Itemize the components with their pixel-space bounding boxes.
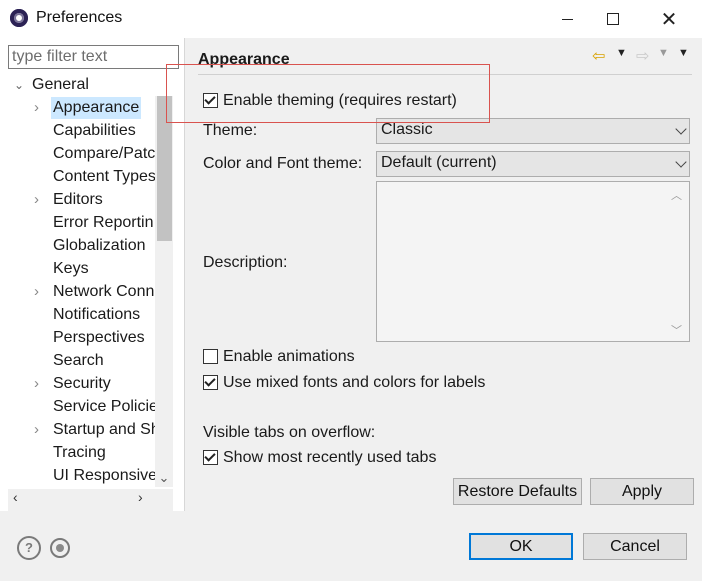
tree-item-label: Service Policie <box>53 398 155 415</box>
enable-animations-label[interactable]: Enable animations <box>223 348 355 366</box>
collapsed-arrow-icon[interactable]: › <box>34 373 39 395</box>
tree-item-label: Perspectives <box>53 329 145 346</box>
filter-input[interactable] <box>8 45 179 69</box>
minimize-button[interactable] <box>544 0 590 38</box>
tree-item-label: Network Conn <box>53 283 155 300</box>
enable-animations-checkbox[interactable] <box>203 349 218 364</box>
forward-arrow-icon[interactable]: ⇨ <box>636 46 649 66</box>
close-icon: ✕ <box>660 8 678 31</box>
tree-item-label: UI Responsive <box>53 467 155 484</box>
tree-item[interactable]: Compare/Patc <box>8 143 155 165</box>
mixed-fonts-checkbox[interactable] <box>203 375 218 390</box>
eclipse-app-icon <box>10 9 28 27</box>
chevron-down-icon <box>675 156 687 168</box>
scroll-right-icon[interactable]: › <box>138 489 143 505</box>
tree-item[interactable]: Content Types <box>8 166 155 188</box>
chevron-down-icon <box>675 123 687 135</box>
record-macro-icon[interactable] <box>50 538 70 558</box>
tree-item-label: Notifications <box>53 306 141 323</box>
tree-item-general[interactable]: ⌄ General <box>8 74 155 96</box>
tree-item[interactable]: Keys <box>8 258 155 280</box>
color-font-theme-select[interactable]: Default (current) <box>376 151 690 177</box>
description-label: Description: <box>203 254 288 271</box>
scroll-up-icon[interactable]: ︿ <box>671 187 682 203</box>
forward-menu-dropdown-icon[interactable]: ▼ <box>658 47 669 59</box>
help-icon[interactable]: ? <box>17 536 41 560</box>
theme-label: Theme: <box>203 122 258 139</box>
view-menu-icon[interactable]: ▼ <box>678 47 689 59</box>
visible-tabs-label: Visible tabs on overflow: <box>203 424 376 441</box>
tree-item[interactable]: Error Reportin <box>8 212 155 234</box>
tree-horizontal-scrollbar[interactable] <box>8 489 173 511</box>
tree-item-label: Globalization <box>53 237 146 254</box>
tree-item-label: Security <box>53 375 111 392</box>
collapsed-arrow-icon[interactable]: › <box>34 281 39 303</box>
description-text-area[interactable] <box>376 181 690 342</box>
tree-item-label: Tracing <box>53 444 106 461</box>
tree-item-label: General <box>32 76 89 93</box>
close-button[interactable]: ✕ <box>646 0 692 38</box>
scroll-down-icon[interactable]: ﹀ <box>671 322 682 338</box>
tree-item[interactable]: UI Responsive <box>8 465 155 487</box>
collapsed-arrow-icon[interactable]: › <box>34 189 39 211</box>
tree-item-label: Startup and Sh <box>53 421 155 438</box>
restore-defaults-button[interactable]: Restore Defaults <box>453 478 582 505</box>
tree-item-label: Search <box>53 352 104 369</box>
collapsed-arrow-icon[interactable]: › <box>34 419 39 441</box>
show-recent-tabs-label[interactable]: Show most recently used tabs <box>223 449 436 467</box>
maximize-icon <box>607 13 619 25</box>
tree-item[interactable]: › Editors <box>8 189 155 211</box>
back-menu-dropdown-icon[interactable]: ▼ <box>616 47 627 59</box>
expanded-arrow-icon[interactable]: ⌄ <box>14 74 24 96</box>
cancel-button[interactable]: Cancel <box>583 533 687 560</box>
tree-item-label: Editors <box>53 191 103 208</box>
color-font-theme-label: Color and Font theme: <box>203 155 363 172</box>
show-recent-tabs-checkbox[interactable] <box>203 450 218 465</box>
tree-item[interactable]: Capabilities <box>8 120 155 142</box>
tree-item[interactable]: Notifications <box>8 304 155 326</box>
tree-item-label: Keys <box>53 260 89 277</box>
tree-item[interactable]: Perspectives <box>8 327 155 349</box>
apply-button[interactable]: Apply <box>590 478 694 505</box>
color-font-theme-value: Default (current) <box>381 154 497 171</box>
minimize-icon <box>561 18 573 20</box>
tree-item[interactable]: Search <box>8 350 155 372</box>
ok-button[interactable]: OK <box>469 533 573 560</box>
tree-item[interactable]: › Security <box>8 373 155 395</box>
collapsed-arrow-icon[interactable]: › <box>34 97 39 119</box>
tree-item-label: Content Types <box>53 168 155 185</box>
tree-item[interactable]: › Network Conn <box>8 281 155 303</box>
tree-item-label: Appearance <box>51 97 142 119</box>
window-title: Preferences <box>36 9 123 26</box>
tree-item-label: Capabilities <box>53 122 136 139</box>
tree-item[interactable]: Service Policie <box>8 396 155 418</box>
scroll-left-icon[interactable]: ‹ <box>13 489 18 505</box>
back-arrow-icon[interactable]: ⇦ <box>592 46 605 66</box>
maximize-button[interactable] <box>590 0 636 38</box>
tree-item[interactable]: Tracing <box>8 442 155 464</box>
tree-item[interactable]: › Appearance <box>8 97 155 119</box>
tree-item[interactable]: Globalization <box>8 235 155 257</box>
theme-select-value: Classic <box>381 121 433 138</box>
tree-item-label: Error Reportin <box>53 214 154 231</box>
highlight-annotation-box <box>166 64 490 123</box>
tree-item-label: Compare/Patc <box>53 145 155 162</box>
preference-tree[interactable]: ⌄ General › Appearance Capabilities Compare… <box>8 72 155 487</box>
scroll-down-icon[interactable]: ⌄ <box>155 470 173 487</box>
mixed-fonts-label[interactable]: Use mixed fonts and colors for labels <box>223 374 485 392</box>
tree-item[interactable]: › Startup and Sh <box>8 419 155 441</box>
